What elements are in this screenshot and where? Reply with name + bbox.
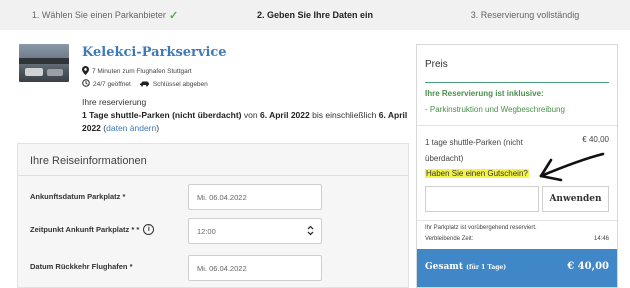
check-icon: ✓ <box>168 9 179 22</box>
provider-features: 24/7 geöffnet Schlüssel abgeben <box>82 79 208 89</box>
step-label: 1. Wählen Sie einen Parkanbieter <box>31 10 166 20</box>
return-date-label: Datum Rückkehr Flughafen * <box>30 262 133 271</box>
change-data-link[interactable]: daten ändern <box>106 123 156 133</box>
reservation-type: shuttle-Parken (nicht überdacht) <box>110 110 242 120</box>
provider-name[interactable]: Kelekci-Parkservice <box>82 45 227 60</box>
included-title: Ihre Reservierung ist inklusive: <box>425 89 544 98</box>
car-key-icon <box>139 80 150 89</box>
price-title: Preis <box>425 59 448 70</box>
reservation-from-word: von <box>243 110 258 120</box>
divider <box>417 125 617 126</box>
reservation-start: 6. April 2022 <box>259 110 310 120</box>
spinner-arrows-icon[interactable] <box>307 225 314 238</box>
arrival-time-label: Zeitpunkt Ankunft Parkplatz * * i <box>30 224 155 235</box>
info-icon[interactable]: i <box>143 224 155 235</box>
total-label: Gesamt (für 1 Tage) <box>425 262 507 272</box>
reservation-label: Ihre reservierung <box>82 97 147 107</box>
arrival-date-input[interactable]: Mi. 06.04.2022 <box>188 184 322 210</box>
total-bar: Gesamt (für 1 Tage) € 40,00 <box>417 249 617 287</box>
change-paren-close: ) <box>156 122 160 133</box>
line-item-description: 1 tage shuttle-Parken (nicht überdacht) <box>425 138 523 163</box>
hours-text: 24/7 geöffnet <box>93 80 131 88</box>
voucher-link[interactable]: Haben Sie einen Gutschein? <box>425 169 529 178</box>
line-item-amount: € 40,00 <box>582 135 609 144</box>
remaining-time: 14:46 <box>593 236 609 242</box>
travel-info-title: Ihre Reiseinformationen <box>30 155 147 167</box>
keys-text: Schlüssel abgeben <box>152 80 208 88</box>
reservation-until-word: bis einschließlich <box>312 110 377 120</box>
hand-drawn-arrow-icon <box>539 152 605 182</box>
step-complete: 3. Reservierung vollständig <box>420 0 630 30</box>
provider-photo <box>19 44 69 82</box>
return-date-input[interactable]: Mi. 06.04.2022 <box>188 255 322 281</box>
total-amount: € 40,00 <box>567 261 609 272</box>
voucher-input[interactable] <box>425 186 539 212</box>
step-enter-data: 2. Geben Sie Ihre Daten ein <box>210 0 420 30</box>
divider <box>18 175 408 176</box>
arrival-time-select[interactable]: 12:00 <box>188 218 322 244</box>
travel-info-panel: Ihre Reiseinformationen Ankunftsdatum Pa… <box>17 143 409 288</box>
step-label: 3. Reservierung vollständig <box>470 10 580 20</box>
total-sub: (für 1 Tage) <box>466 264 507 271</box>
apply-voucher-button[interactable]: Anwenden <box>542 186 609 212</box>
step-choose-provider[interactable]: 1. Wählen Sie einen Parkanbieter ✓ <box>0 0 210 30</box>
provider-distance: 7 Minuten zum Flughafen Stuttgart <box>82 66 192 77</box>
clock-icon <box>82 79 90 89</box>
reserved-note: Ihr Parkplatz ist vorübergehend reservie… <box>425 225 537 231</box>
location-pin-icon <box>82 66 89 77</box>
reservation-summary: 1 Tage shuttle-Parken (nicht überdacht) … <box>82 109 412 134</box>
included-item: - Parkinstruktion und Wegbeschreibung <box>425 105 565 114</box>
remaining-label: Verbleibende Zeit: <box>425 236 474 242</box>
divider <box>425 82 609 83</box>
progress-steps: 1. Wählen Sie einen Parkanbieter ✓ 2. Ge… <box>0 0 630 30</box>
divider <box>417 220 617 221</box>
reservation-count: 1 Tage <box>82 110 109 120</box>
step-label: 2. Geben Sie Ihre Daten ein <box>256 10 374 20</box>
arrival-date-label: Ankunftsdatum Parkplatz * <box>30 192 126 201</box>
distance-text: 7 Minuten zum Flughafen Stuttgart <box>92 68 192 75</box>
